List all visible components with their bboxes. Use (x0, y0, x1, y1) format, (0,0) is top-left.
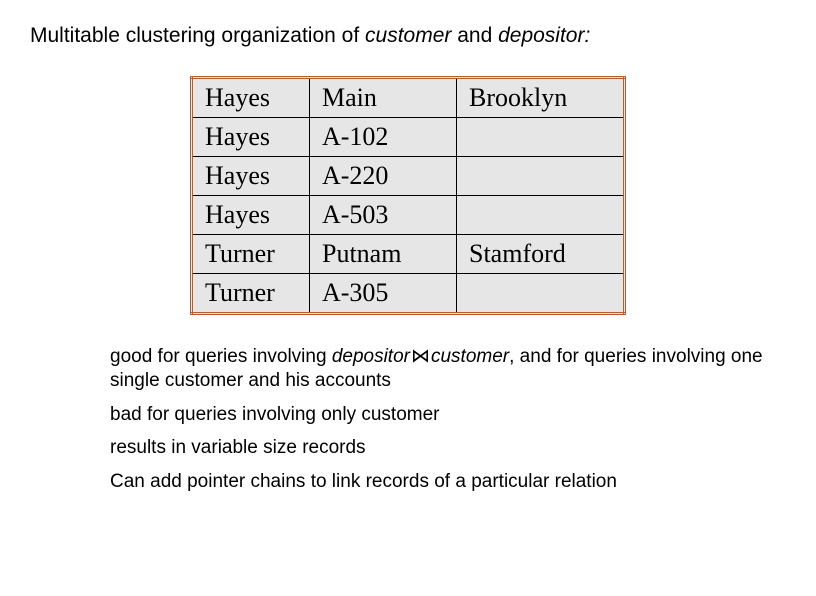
table-row: Hayes A-220 (192, 157, 625, 196)
cell-city: Brooklyn (457, 78, 625, 118)
table-row: Hayes Main Brooklyn (192, 78, 625, 118)
cell-value: Main (310, 78, 457, 118)
cell-name: Hayes (192, 196, 310, 235)
notes-list: good for queries involving depositor⋈cus… (110, 345, 766, 494)
page: Multitable clustering organization of cu… (0, 0, 816, 524)
cell-value: A-220 (310, 157, 457, 196)
cell-name: Turner (192, 274, 310, 314)
natural-join-icon: ⋈ (410, 345, 431, 369)
cell-city: Stamford (457, 235, 625, 274)
cell-city (457, 157, 625, 196)
cell-city (457, 274, 625, 314)
note-item: Can add pointer chains to link records o… (110, 470, 766, 494)
table-row: Turner A-305 (192, 274, 625, 314)
cell-name: Hayes (192, 157, 310, 196)
cell-value: A-102 (310, 118, 457, 157)
table-row: Hayes A-102 (192, 118, 625, 157)
heading-italic-customer: customer (365, 24, 451, 47)
page-title: Multitable clustering organization of cu… (30, 24, 786, 48)
note-item: bad for queries involving only customer (110, 403, 766, 427)
note-item: good for queries involving depositor⋈cus… (110, 345, 766, 393)
heading-text-prefix: Multitable clustering organization of (30, 24, 365, 47)
note-italic-depositor: depositor (332, 346, 410, 367)
note-text: good for queries involving (110, 346, 332, 367)
cell-value: Putnam (310, 235, 457, 274)
cell-name: Turner (192, 235, 310, 274)
cell-name: Hayes (192, 118, 310, 157)
table-row: Hayes A-503 (192, 196, 625, 235)
heading-text-mid: and (451, 24, 498, 47)
note-italic-customer: customer (431, 346, 509, 367)
note-item: results in variable size records (110, 436, 766, 460)
table-row: Turner Putnam Stamford (192, 235, 625, 274)
cell-name: Hayes (192, 78, 310, 118)
cell-value: A-305 (310, 274, 457, 314)
table-container: Hayes Main Brooklyn Hayes A-102 Hayes A-… (30, 76, 786, 315)
cell-city (457, 196, 625, 235)
cell-city (457, 118, 625, 157)
cluster-table: Hayes Main Brooklyn Hayes A-102 Hayes A-… (190, 76, 626, 315)
cell-value: A-503 (310, 196, 457, 235)
heading-italic-depositor: depositor: (498, 24, 590, 47)
